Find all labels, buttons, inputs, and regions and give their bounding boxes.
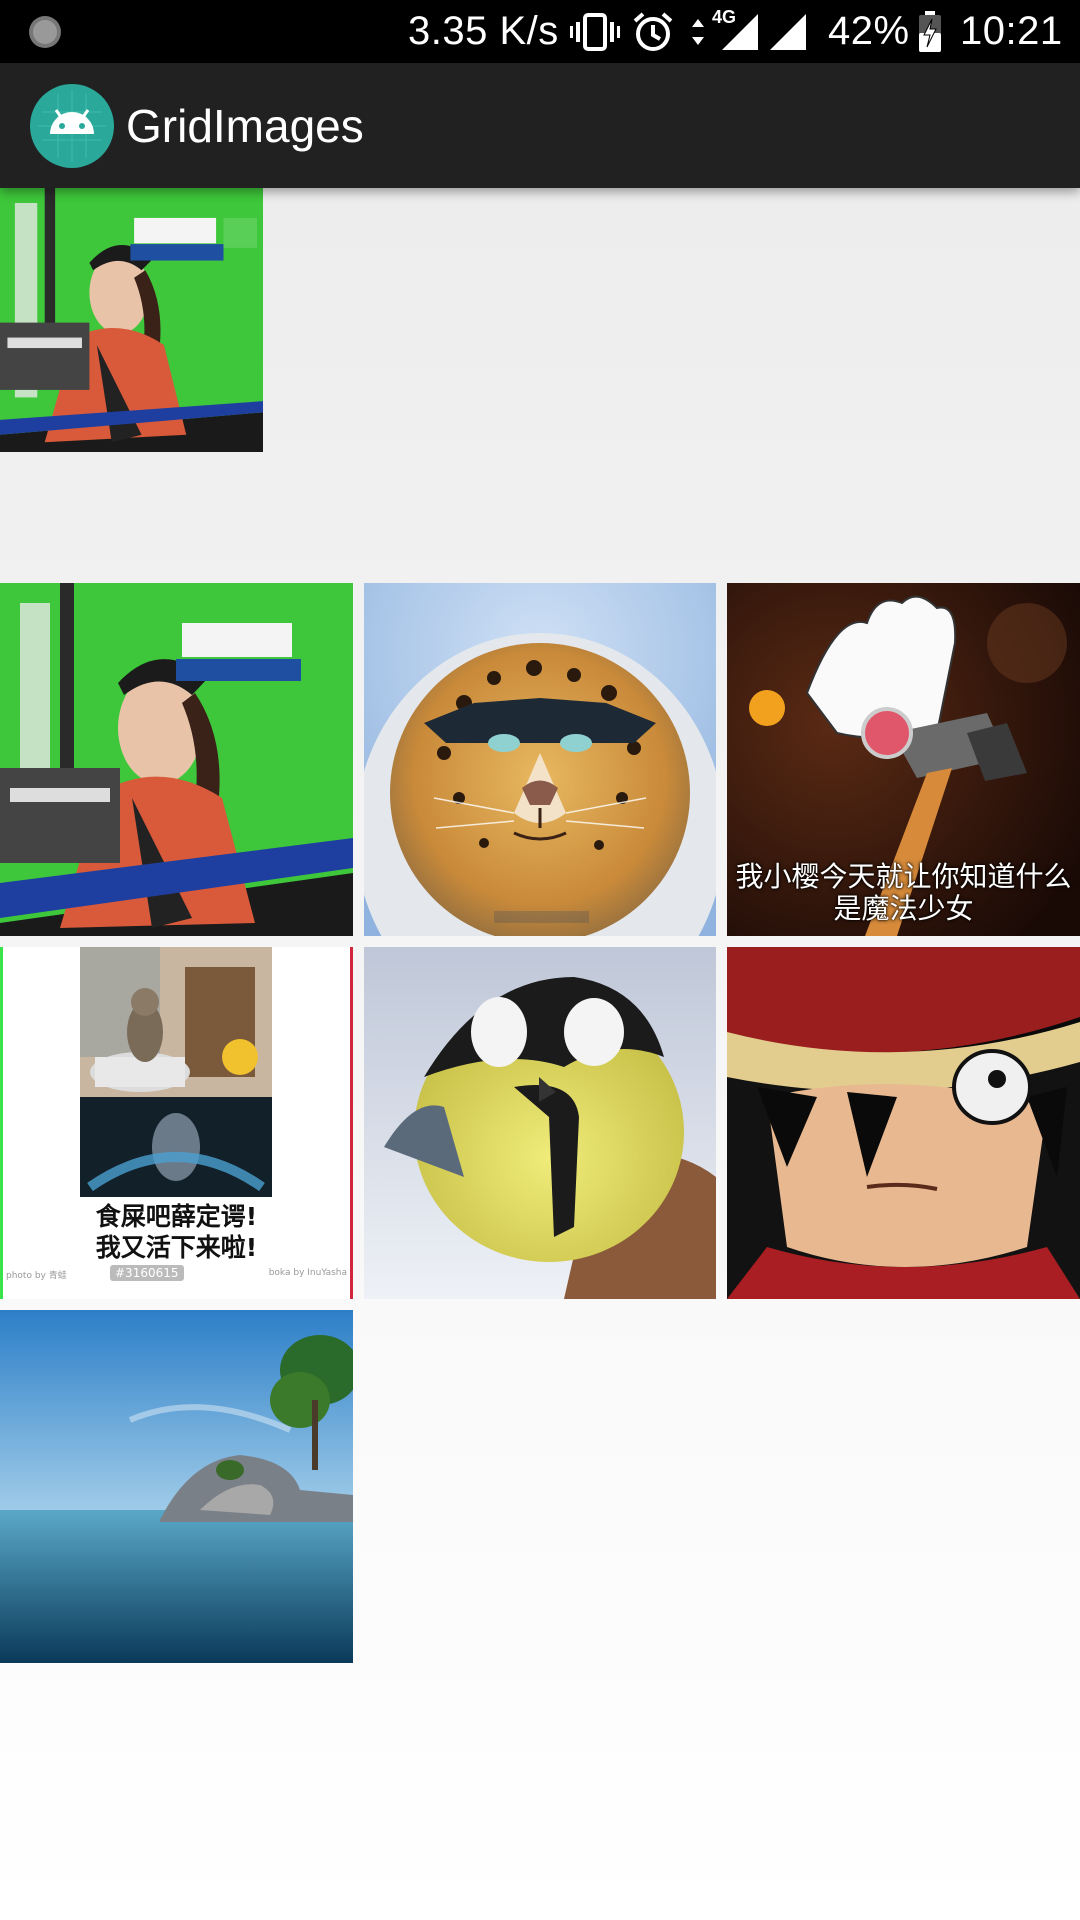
grid-image-island-sea[interactable] — [0, 1310, 353, 1663]
grid-image-anime-straw-hat[interactable] — [727, 947, 1080, 1299]
grid-image-cat-meme[interactable]: 食屎吧薛定谔! 我又活下来啦! photo by 青蛙 #3160615 bok… — [0, 947, 353, 1299]
cat-meme-caption: 食屎吧薛定谔! 我又活下来啦! — [95, 1202, 258, 1262]
single-image-shooter[interactable] — [0, 188, 263, 452]
signal-4g-icon — [720, 0, 760, 63]
grid-image-magic-hammer[interactable]: 我小樱今天就让你知道什么是魔法少女 — [727, 583, 1080, 936]
app-bar: GridImages — [0, 63, 1080, 188]
network-speed: 3.35 K/s — [408, 9, 559, 53]
battery-percent: 42% — [828, 9, 910, 53]
signal-icon — [768, 0, 808, 63]
grid-image-leopard-plane[interactable] — [364, 583, 716, 936]
alarm-icon — [632, 0, 674, 63]
cat-meme-tag: #3160615 — [110, 1265, 184, 1281]
status-bar: 3.35 K/s 4G 42% 10:21 — [0, 0, 1080, 63]
magic-hammer-caption: 我小樱今天就让你知道什么是魔法少女 — [735, 860, 1072, 925]
data-arrows-icon — [690, 0, 706, 63]
grid-image-round-bird[interactable] — [364, 947, 716, 1299]
android-launcher-icon — [30, 84, 114, 168]
loading-spinner-icon — [26, 0, 64, 63]
grid-image-shooter[interactable] — [0, 583, 353, 936]
battery-charging-icon — [918, 0, 942, 63]
clock: 10:21 — [960, 9, 1063, 53]
cat-meme-credit-left: photo by 青蛙 — [6, 1271, 67, 1281]
app-title: GridImages — [126, 99, 364, 152]
cat-meme-credit-right: boka by InuYasha — [268, 1268, 347, 1278]
vibrate-icon — [570, 0, 620, 63]
